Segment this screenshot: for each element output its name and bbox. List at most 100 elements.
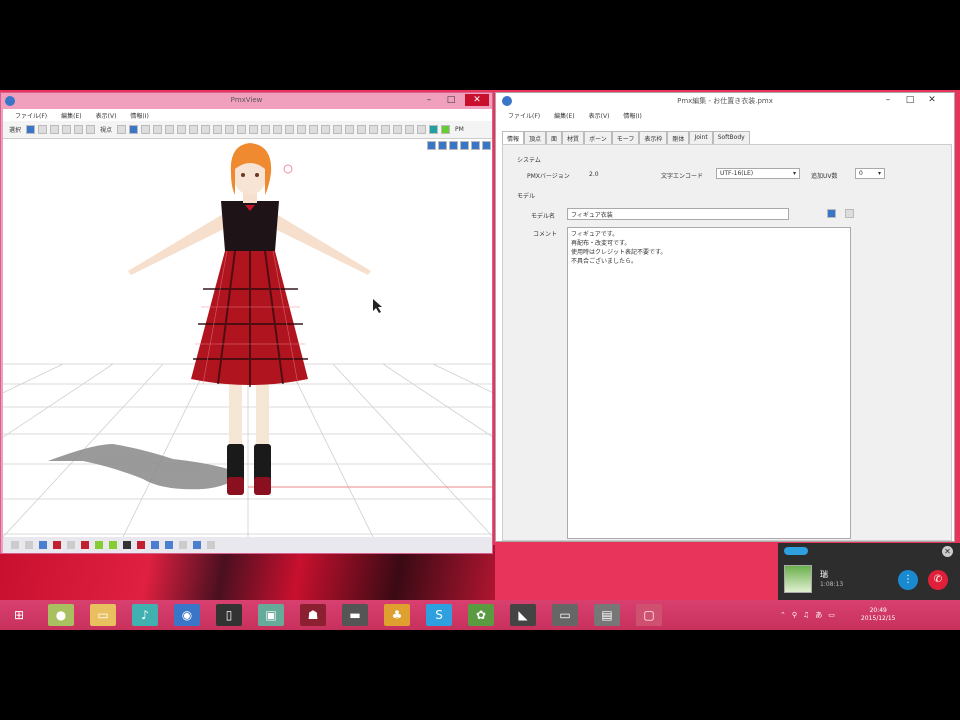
status-toggle[interactable] bbox=[39, 541, 47, 549]
tab-morph[interactable]: モーフ bbox=[611, 131, 640, 144]
tool-button[interactable] bbox=[273, 125, 283, 134]
pmx-editor-icon[interactable]: ◉ bbox=[174, 604, 200, 626]
tool-button[interactable] bbox=[249, 125, 259, 134]
menu-view[interactable]: 表示(V) bbox=[589, 111, 610, 120]
clock[interactable]: 20:49 2015/12/15 bbox=[861, 607, 896, 623]
encoding-select[interactable]: UTF-16(LE) ▾ bbox=[716, 168, 800, 179]
tool-button[interactable] bbox=[225, 125, 235, 134]
file-explorer-icon[interactable]: ▭ bbox=[90, 604, 116, 626]
hang-up-button[interactable]: ✆ bbox=[928, 570, 948, 590]
status-toggle[interactable] bbox=[165, 541, 173, 549]
status-toggle[interactable] bbox=[25, 541, 33, 549]
tab-material[interactable]: 材質 bbox=[562, 131, 585, 144]
language-icon[interactable]: あ bbox=[815, 610, 822, 620]
menu-file[interactable]: ファイル(F) bbox=[15, 111, 47, 120]
edit-name-button[interactable] bbox=[827, 209, 836, 218]
camera-button[interactable] bbox=[482, 141, 491, 150]
tool-button[interactable] bbox=[165, 125, 175, 134]
close-button[interactable]: ✕ bbox=[465, 94, 489, 106]
tool-button[interactable] bbox=[309, 125, 319, 134]
tool-button[interactable] bbox=[189, 125, 199, 134]
tool-button[interactable] bbox=[74, 125, 84, 134]
status-toggle[interactable] bbox=[95, 541, 103, 549]
status-toggle[interactable] bbox=[207, 541, 215, 549]
tool-button[interactable] bbox=[333, 125, 343, 134]
start-button-icon[interactable]: ⊞ bbox=[6, 604, 32, 626]
volume-icon[interactable]: ♫ bbox=[803, 611, 809, 619]
tool-button[interactable] bbox=[177, 125, 187, 134]
tool-button[interactable] bbox=[285, 125, 295, 134]
tool-button[interactable] bbox=[213, 125, 223, 134]
camera-button[interactable] bbox=[438, 141, 447, 150]
game-controller-icon[interactable]: ▬ bbox=[342, 604, 368, 626]
app-icon[interactable]: ▤ bbox=[594, 604, 620, 626]
select-mode-label[interactable]: 選択 bbox=[7, 125, 23, 134]
tool-button[interactable] bbox=[117, 125, 127, 134]
status-toggle[interactable] bbox=[11, 541, 19, 549]
menu-view[interactable]: 表示(V) bbox=[96, 111, 117, 120]
status-toggle[interactable] bbox=[123, 541, 131, 549]
notifications-icon[interactable]: ▭ bbox=[828, 611, 835, 619]
status-toggle[interactable] bbox=[179, 541, 187, 549]
model-name-input[interactable]: フィギュア衣装 bbox=[567, 208, 789, 220]
tab-joint[interactable]: Joint bbox=[689, 131, 713, 144]
status-toggle[interactable] bbox=[53, 541, 61, 549]
tool-button[interactable] bbox=[141, 125, 151, 134]
menu-info[interactable]: 情報(I) bbox=[623, 111, 641, 120]
status-toggle[interactable] bbox=[137, 541, 145, 549]
minimize-button[interactable]: – bbox=[421, 94, 437, 106]
network-icon[interactable]: ⚲ bbox=[792, 611, 797, 619]
render-toggle-button[interactable] bbox=[441, 125, 451, 134]
tab-info[interactable]: 情報 bbox=[502, 131, 525, 144]
tab-display-frame[interactable]: 表示枠 bbox=[639, 131, 668, 144]
close-icon[interactable] bbox=[845, 209, 854, 218]
app-icon[interactable]: ▣ bbox=[258, 604, 284, 626]
tool-button[interactable] bbox=[261, 125, 271, 134]
tab-vertex[interactable]: 頂点 bbox=[524, 131, 547, 144]
camera-button[interactable] bbox=[471, 141, 480, 150]
tab-face[interactable]: 面 bbox=[546, 131, 563, 144]
editor-titlebar[interactable]: Pmx編集 - お仕置き衣装.pmx – □ ✕ bbox=[496, 93, 954, 109]
status-toggle[interactable] bbox=[81, 541, 89, 549]
app-icon[interactable]: ◣ bbox=[510, 604, 536, 626]
view-mode-label[interactable]: 視点 bbox=[98, 125, 114, 134]
tool-button[interactable] bbox=[345, 125, 355, 134]
comment-textarea[interactable]: フィギュアです。 再配布・改変可です。 使用時はクレジット表記不要です。 不具合… bbox=[567, 227, 851, 539]
tool-button[interactable] bbox=[297, 125, 307, 134]
menu-file[interactable]: ファイル(F) bbox=[508, 111, 540, 120]
app-icon[interactable]: ✿ bbox=[468, 604, 494, 626]
tool-button[interactable] bbox=[417, 125, 427, 134]
app-icon[interactable]: ♣ bbox=[384, 604, 410, 626]
tool-button[interactable] bbox=[86, 125, 96, 134]
minimize-button[interactable]: – bbox=[880, 94, 896, 106]
chrome-icon[interactable]: ● bbox=[48, 604, 74, 626]
app-icon[interactable]: ▭ bbox=[552, 604, 578, 626]
maximize-button[interactable]: □ bbox=[902, 94, 918, 106]
menu-edit[interactable]: 編集(E) bbox=[554, 111, 574, 120]
render-toggle-button[interactable] bbox=[429, 125, 439, 134]
tab-softbody[interactable]: SoftBody bbox=[712, 131, 750, 144]
tray-chevron-icon[interactable]: ⌃ bbox=[780, 611, 786, 619]
tool-button[interactable] bbox=[201, 125, 211, 134]
app-icon[interactable]: ▢ bbox=[636, 604, 662, 626]
menu-info[interactable]: 情報(I) bbox=[130, 111, 148, 120]
status-toggle[interactable] bbox=[109, 541, 117, 549]
status-toggle[interactable] bbox=[193, 541, 201, 549]
maximize-button[interactable]: □ bbox=[443, 94, 459, 106]
pmx-view-titlebar[interactable]: PmxView – □ ✕ bbox=[1, 93, 492, 109]
pm-tool-label[interactable]: PM bbox=[453, 126, 466, 133]
extra-uv-select[interactable]: 0 ▾ bbox=[855, 168, 885, 179]
tab-bone[interactable]: ボーン bbox=[584, 131, 612, 144]
tool-button[interactable] bbox=[50, 125, 60, 134]
status-toggle[interactable] bbox=[67, 541, 75, 549]
tool-button[interactable] bbox=[153, 125, 163, 134]
select-tool-button[interactable] bbox=[26, 125, 36, 134]
tool-button[interactable] bbox=[357, 125, 367, 134]
3d-viewport[interactable] bbox=[3, 139, 492, 537]
tool-button[interactable] bbox=[393, 125, 403, 134]
tab-rigidbody[interactable]: 剛体 bbox=[667, 131, 690, 144]
tool-button[interactable] bbox=[38, 125, 48, 134]
tool-button[interactable] bbox=[321, 125, 331, 134]
tool-button[interactable] bbox=[405, 125, 415, 134]
close-button[interactable]: ✕ bbox=[924, 94, 940, 106]
